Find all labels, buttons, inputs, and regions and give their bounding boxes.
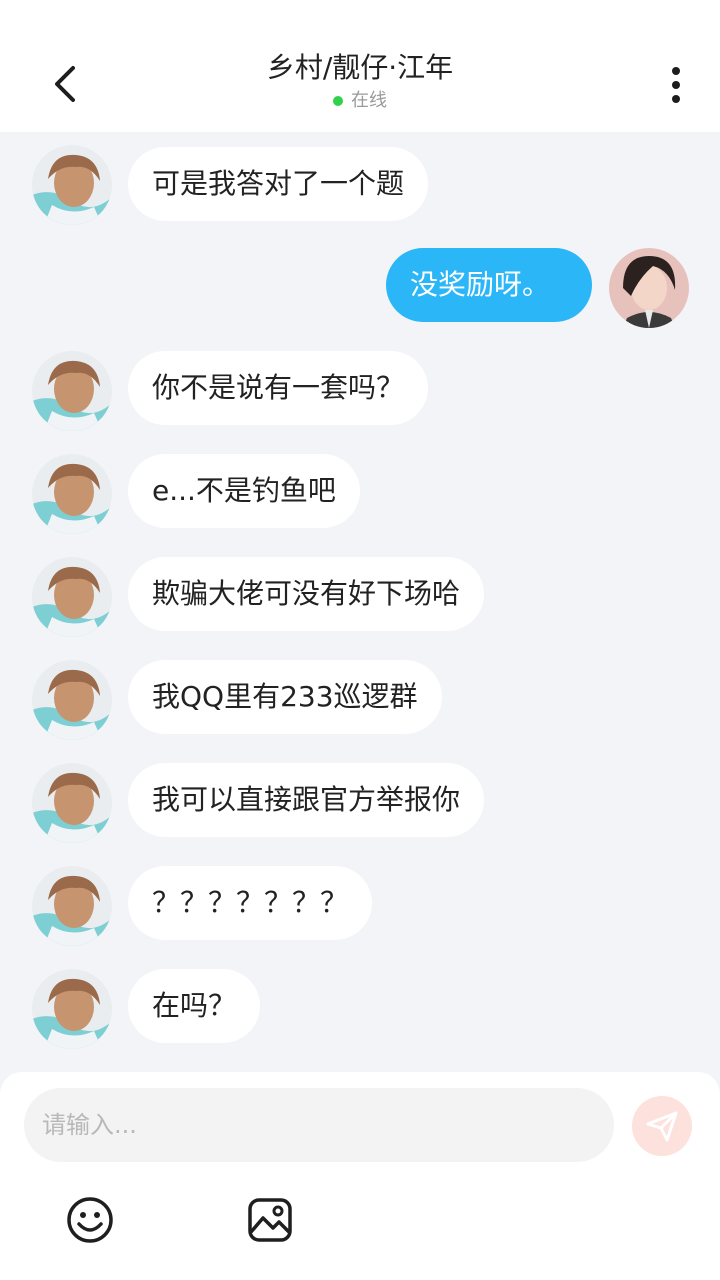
contact-avatar[interactable] — [32, 145, 112, 225]
chat-header: 乡村/靓仔·江年 在线 — [0, 0, 720, 132]
message-bubble-incoming[interactable]: e...不是钓鱼吧 — [128, 454, 360, 528]
smiley-icon — [67, 1197, 113, 1243]
contact-avatar[interactable] — [32, 969, 112, 1049]
contact-avatar[interactable] — [32, 454, 112, 534]
contact-avatar[interactable] — [32, 763, 112, 843]
send-icon — [646, 1111, 678, 1142]
image-button[interactable] — [244, 1194, 296, 1246]
online-dot-icon — [333, 96, 343, 106]
message-bubble-incoming[interactable]: 可是我答对了一个题 — [128, 147, 429, 221]
contact-avatar[interactable] — [32, 866, 112, 946]
message-bubble-incoming[interactable]: 欺骗大佬可没有好下场哈 — [128, 557, 485, 631]
contact-avatar[interactable] — [32, 351, 112, 431]
contact-avatar[interactable] — [32, 660, 112, 740]
more-vertical-icon — [672, 67, 680, 103]
contact-avatar[interactable] — [32, 557, 112, 637]
message-bubble-incoming[interactable]: ？？？？？？？ — [128, 866, 373, 940]
chat-title-block: 乡村/靓仔·江年 在线 — [160, 48, 560, 112]
image-icon — [248, 1198, 292, 1242]
composer-panel — [0, 1072, 720, 1280]
emoji-button[interactable] — [64, 1194, 116, 1246]
send-button[interactable] — [632, 1096, 692, 1156]
message-bubble-incoming[interactable]: 我可以直接跟官方举报你 — [128, 763, 485, 837]
message-bubble-incoming[interactable]: 你不是说有一套吗？ — [128, 351, 429, 425]
contact-name: 乡村/靓仔·江年 — [266, 51, 454, 84]
online-status: 在线 — [160, 90, 560, 112]
online-status-label: 在线 — [351, 90, 387, 111]
message-bubble-outgoing[interactable]: 没奖励呀。 — [386, 248, 592, 322]
message-list[interactable]: 可是我答对了一个题 没奖励呀。 你不是说有一套吗？ e...不是钓鱼吧 欺骗大佬… — [0, 132, 720, 1072]
more-options-button[interactable] — [656, 62, 696, 108]
message-input[interactable] — [24, 1088, 614, 1162]
my-avatar[interactable] — [609, 248, 689, 328]
message-bubble-incoming[interactable]: 我QQ里有233巡逻群 — [128, 660, 442, 734]
message-bubble-incoming[interactable]: 在吗？ — [128, 969, 261, 1043]
chevron-left-icon — [55, 66, 75, 102]
back-button[interactable] — [42, 58, 88, 110]
